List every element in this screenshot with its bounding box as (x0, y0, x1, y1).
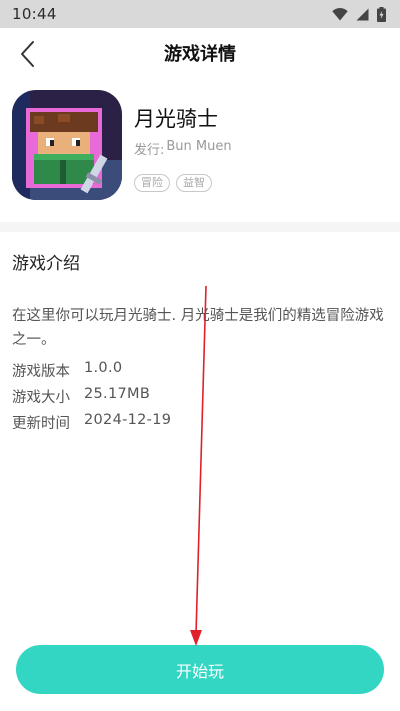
game-icon[interactable] (12, 90, 122, 200)
publisher-name: Bun Muen (166, 139, 232, 154)
info-row-updated: 更新时间 2024-12-19 (12, 412, 171, 433)
tag-puzzle[interactable]: 益智 (176, 174, 212, 192)
info-row-version: 游戏版本 1.0.0 (12, 360, 122, 381)
info-value: 25.17MB (84, 386, 151, 402)
status-icons (332, 6, 386, 22)
status-time: 10:44 (12, 5, 57, 23)
signal-icon (356, 8, 369, 20)
status-bar: 10:44 (0, 0, 400, 28)
intro-title: 游戏介绍 (12, 254, 80, 274)
page-title: 游戏详情 (164, 44, 236, 65)
start-play-label: 开始玩 (175, 661, 224, 681)
wifi-icon (332, 7, 348, 20)
nav-bar: 游戏详情 (0, 28, 400, 80)
knight-character-icon (12, 90, 122, 200)
info-label: 更新时间 (12, 416, 70, 432)
info-label: 游戏版本 (12, 364, 70, 380)
game-name: 月光骑士 (134, 107, 218, 131)
tag-list: 冒险 益智 (134, 174, 212, 192)
tag-adventure[interactable]: 冒险 (134, 174, 170, 192)
info-value: 1.0.0 (84, 360, 123, 376)
info-value: 2024-12-19 (84, 412, 172, 428)
start-play-button[interactable]: 开始玩 (16, 645, 384, 694)
section-divider (0, 222, 400, 232)
game-header: 月光骑士 发行: Bun Muen 冒险 益智 (12, 90, 392, 200)
battery-icon (377, 6, 386, 22)
info-row-size: 游戏大小 25.17MB (12, 386, 150, 407)
intro-description: 在这里你可以玩月光骑士. 月光骑士是我们的精选冒险游戏之一。 (12, 308, 384, 348)
publisher-label: 发行: (134, 143, 165, 158)
info-label: 游戏大小 (12, 390, 70, 406)
publisher: 发行: Bun Muen (134, 139, 232, 158)
